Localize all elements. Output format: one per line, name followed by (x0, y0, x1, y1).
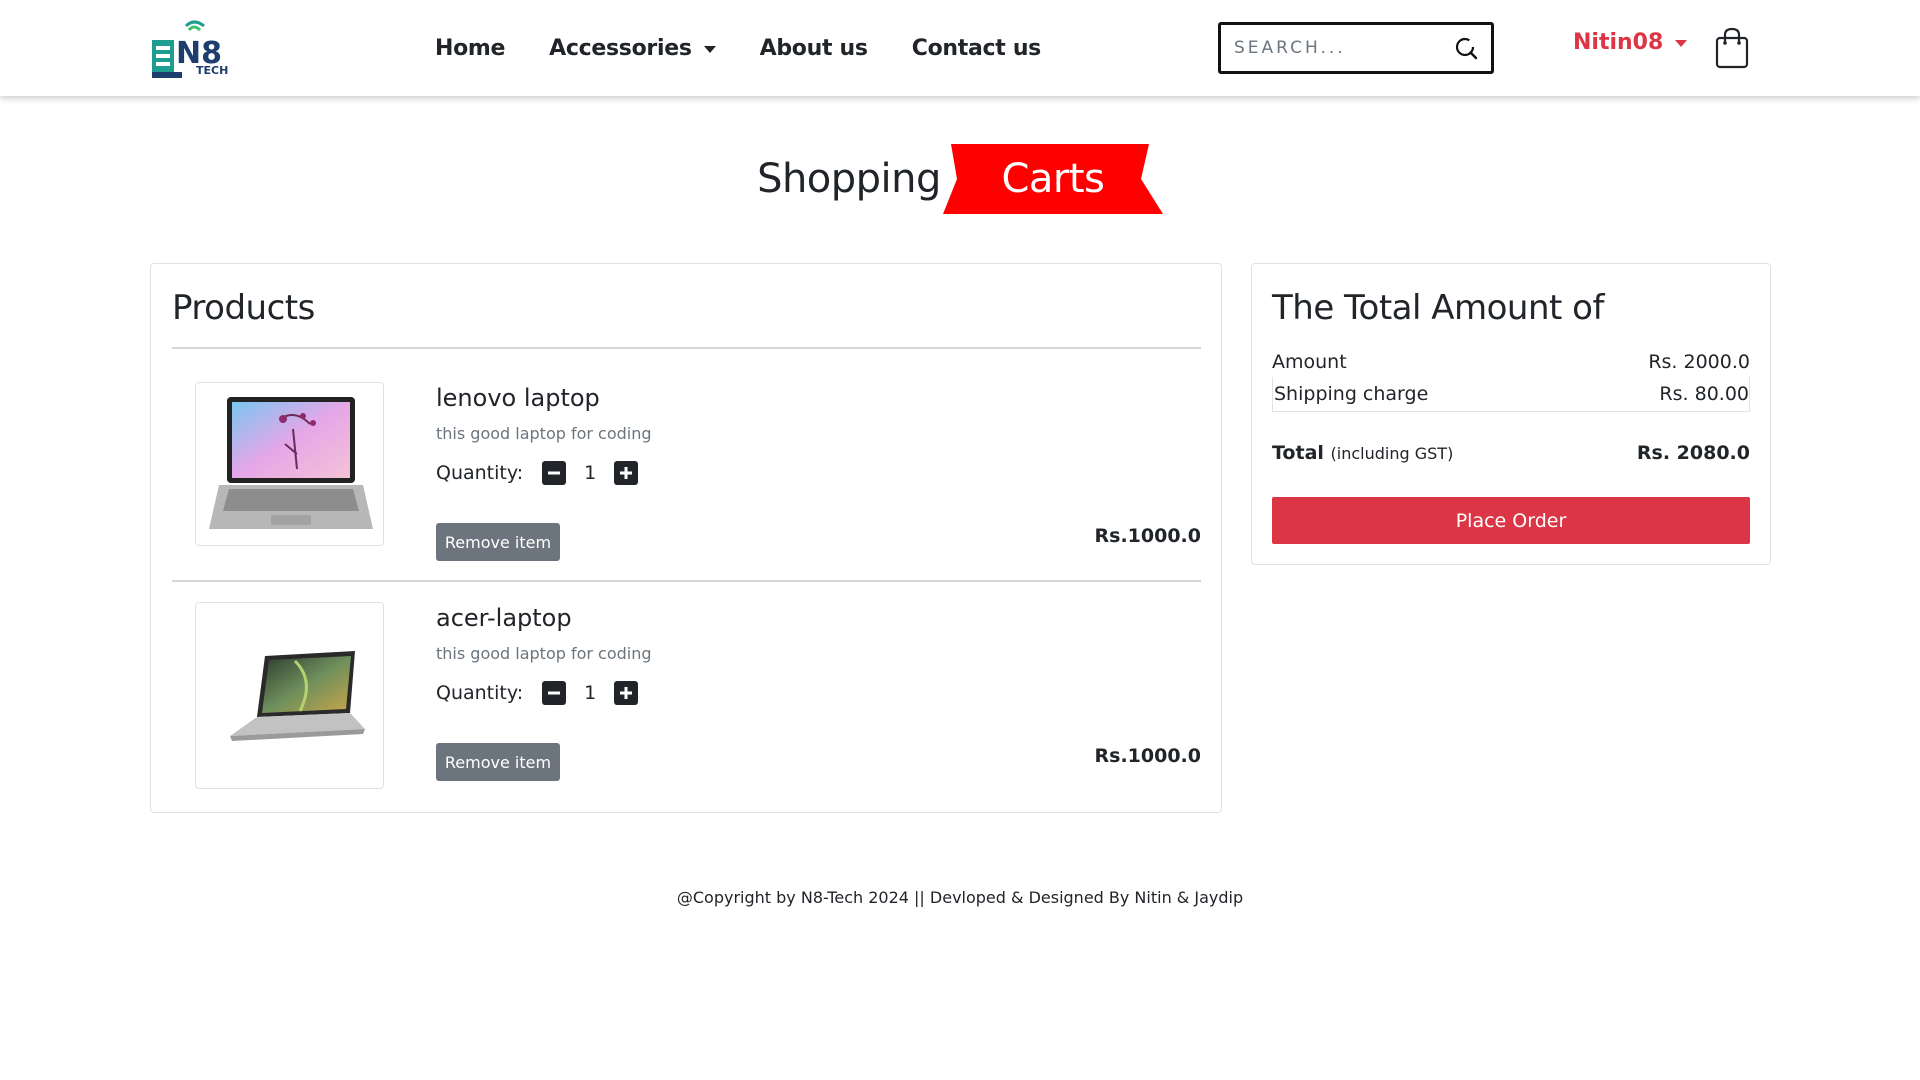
product-name: lenovo laptop (436, 384, 600, 412)
product-name: acer-laptop (436, 604, 572, 632)
nav-links: Home Accessories About us Contact us (435, 0, 1085, 96)
amount-value: Rs. 2000.0 (1648, 351, 1750, 373)
heading-shopping: Shopping (757, 156, 941, 202)
page-heading: Shopping Carts (0, 144, 1920, 214)
nav-about[interactable]: About us (760, 36, 868, 61)
nav-contact-label: Contact us (911, 35, 1042, 61)
search-input[interactable] (1234, 38, 1453, 58)
remove-item-button[interactable]: Remove item (436, 523, 560, 561)
caret-down-icon (1675, 40, 1688, 47)
quantity-label: Quantity: (436, 682, 524, 704)
divider (172, 580, 1201, 582)
search-box (1218, 22, 1494, 74)
plus-icon[interactable] (614, 681, 639, 705)
products-title: Products (172, 288, 315, 328)
quantity-label: Quantity: (436, 462, 524, 484)
quantity-value: 1 (584, 682, 597, 704)
user-menu-dropdown[interactable]: Nitin08 (1573, 30, 1688, 55)
remove-item-button[interactable]: Remove item (436, 743, 560, 781)
total-label: Total (1272, 442, 1324, 464)
minus-icon[interactable] (542, 681, 567, 705)
order-summary-card: The Total Amount of Amount Rs. 2000.0 Sh… (1251, 263, 1771, 565)
amount-label: Amount (1272, 351, 1347, 373)
total-value: Rs. 2080.0 (1636, 442, 1750, 464)
heading-carts: Carts (1001, 156, 1105, 202)
product-description: this good laptop for coding (436, 644, 652, 663)
navbar: N8 TECH Home Accessories About us Contac… (0, 0, 1920, 96)
search-icon[interactable] (1453, 35, 1479, 61)
footer-copyright: @Copyright by N8-Tech 2024 || Devloped &… (676, 888, 1244, 907)
divider (172, 347, 1201, 349)
product-price: Rs.1000.0 (1094, 745, 1201, 767)
amount-row: Amount Rs. 2000.0 (1272, 351, 1750, 373)
quantity-stepper: Quantity: 1 (436, 461, 639, 485)
product-price: Rs.1000.0 (1094, 525, 1201, 547)
heading-ribbon: Carts (942, 144, 1163, 214)
product-image-acer (195, 602, 384, 789)
quantity-stepper: Quantity: 1 (436, 681, 639, 705)
nav-accessories-dropdown[interactable]: Accessories (549, 35, 716, 61)
cart-item: acer-laptop this good laptop for coding … (172, 602, 1201, 834)
nav-home-label: Home (435, 35, 506, 61)
nav-home[interactable]: Home (435, 36, 505, 61)
total-row: Total (including GST) Rs. 2080.0 (1272, 442, 1750, 464)
caret-down-icon (703, 45, 716, 53)
shopping-bag-icon[interactable] (1714, 26, 1750, 70)
nav-contact[interactable]: Contact us (911, 35, 1042, 61)
quantity-value: 1 (584, 462, 597, 484)
svg-text:TECH: TECH (196, 64, 228, 77)
user-name: Nitin08 (1573, 30, 1664, 55)
nav-about-label: About us (759, 35, 868, 61)
minus-icon[interactable] (542, 461, 567, 485)
place-order-button[interactable]: Place Order (1272, 497, 1750, 544)
product-description: this good laptop for coding (436, 424, 652, 443)
plus-icon[interactable] (614, 461, 639, 485)
product-image-lenovo (195, 382, 384, 546)
shipping-label: Shipping charge (1274, 383, 1429, 405)
shipping-value: Rs. 80.00 (1659, 383, 1749, 405)
nav-accessories-label: Accessories (549, 35, 692, 61)
brand-logo[interactable]: N8 TECH (150, 16, 242, 80)
shipping-row: Shipping charge Rs. 80.00 (1272, 377, 1750, 412)
total-note: (including GST) (1330, 444, 1454, 463)
total-label-group: Total (including GST) (1272, 442, 1453, 464)
summary-title: The Total Amount of (1272, 288, 1604, 328)
products-card: Products lenovo laptop this good laptop … (150, 263, 1222, 813)
